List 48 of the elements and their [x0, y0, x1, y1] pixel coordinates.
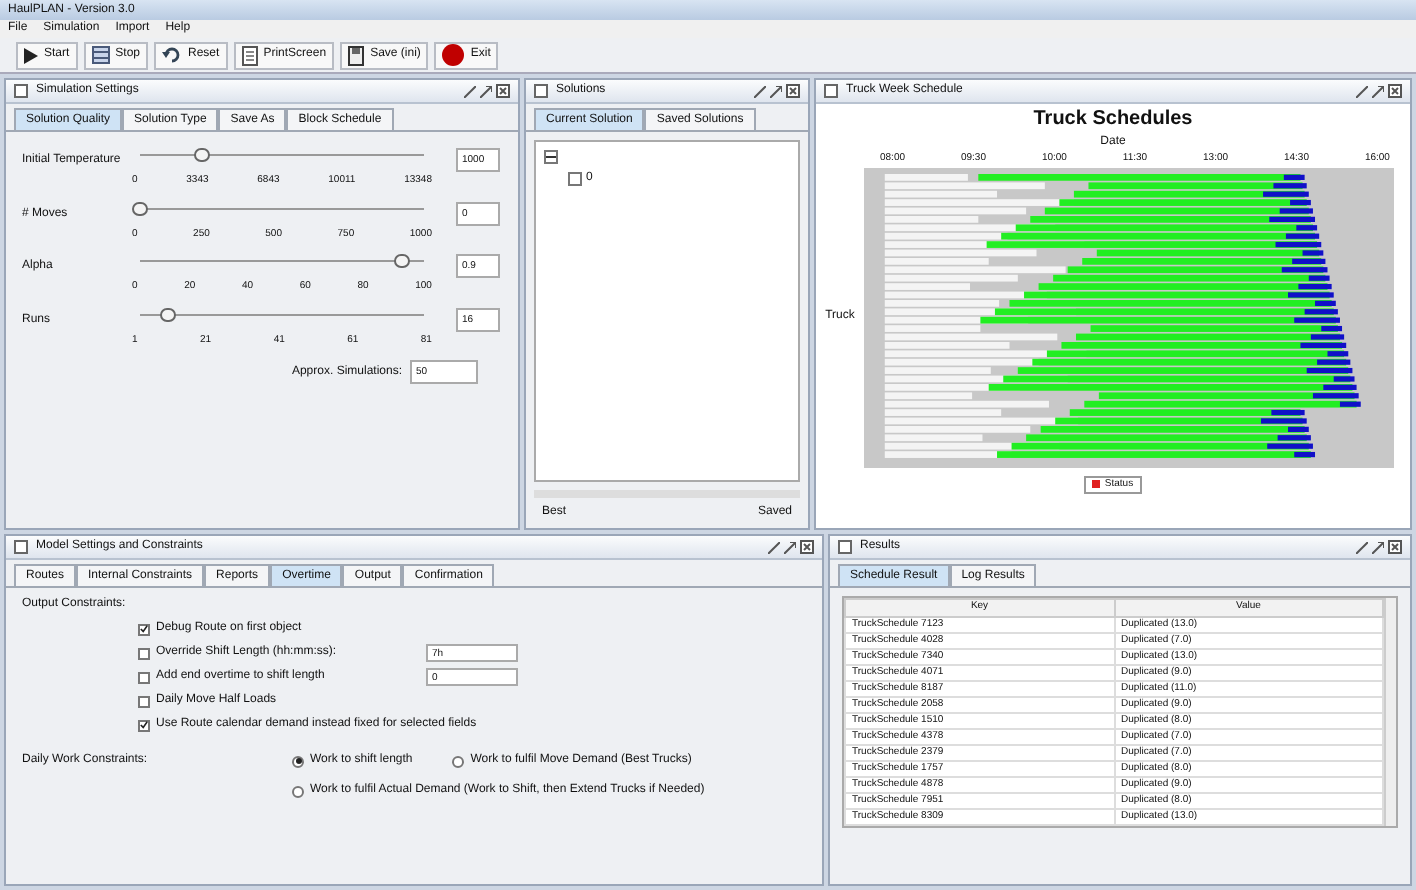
slider-thumb[interactable] [393, 254, 410, 268]
close-icon[interactable] [1388, 540, 1402, 554]
checkbox[interactable] [138, 695, 150, 707]
window-icon [838, 540, 852, 554]
minus-icon [546, 156, 556, 158]
pin-icon[interactable] [464, 85, 476, 97]
slider-thumb[interactable] [160, 307, 177, 321]
checkbox[interactable] [138, 647, 150, 659]
checkbox[interactable] [138, 671, 150, 683]
resize-icon[interactable] [770, 85, 782, 97]
chart-title: Truck Schedules [1033, 106, 1193, 134]
resize-icon[interactable] [784, 541, 796, 553]
pin-icon[interactable] [1356, 85, 1368, 97]
radio-button[interactable] [292, 785, 304, 797]
legend-swatch-icon [1092, 480, 1101, 489]
pin-icon[interactable] [1356, 541, 1368, 553]
radio-button[interactable] [452, 755, 465, 767]
close-icon[interactable] [800, 540, 814, 554]
slider-track[interactable] [140, 254, 424, 268]
slider-track[interactable] [140, 148, 424, 162]
play-icon [24, 47, 38, 63]
checkbox[interactable] [138, 719, 150, 731]
grid-icon [91, 46, 110, 64]
check-icon [140, 720, 148, 730]
stop-icon [442, 44, 465, 66]
slider-track[interactable] [140, 307, 424, 321]
scrollbar[interactable] [1384, 598, 1396, 825]
close-icon[interactable] [1388, 84, 1402, 98]
window-icon [534, 84, 548, 98]
radio-button[interactable] [292, 755, 304, 767]
window-icon [14, 540, 28, 554]
document-icon [241, 45, 258, 65]
slider-thumb[interactable] [194, 148, 211, 162]
resize-icon[interactable] [1372, 541, 1384, 553]
window-icon [824, 84, 838, 98]
window-icon [14, 84, 28, 98]
pin-icon[interactable] [754, 85, 766, 97]
close-icon[interactable] [786, 84, 800, 98]
checkbox[interactable] [138, 623, 150, 635]
document-icon [348, 45, 365, 65]
refresh-icon [162, 46, 183, 64]
slider-thumb[interactable] [132, 201, 148, 215]
tree-expander[interactable] [544, 150, 558, 164]
pin-icon[interactable] [768, 541, 780, 553]
check-icon [140, 624, 148, 634]
resize-icon[interactable] [480, 85, 492, 97]
resize-icon[interactable] [1372, 85, 1384, 97]
close-icon[interactable] [496, 84, 510, 98]
